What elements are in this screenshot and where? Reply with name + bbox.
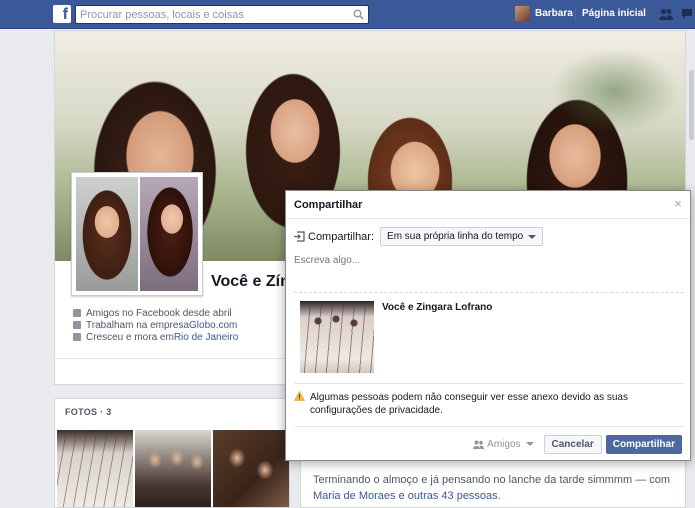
cover-foliage xyxy=(475,31,685,181)
top-bar: f Barbara Página inicial xyxy=(0,0,695,29)
friends-icon xyxy=(473,440,484,449)
post-conjunction: e xyxy=(396,490,408,502)
chevron-down-icon xyxy=(528,235,536,239)
share-dialog: Compartilhar × Compartilhar: Em sua próp… xyxy=(285,190,691,461)
share-button[interactable]: Compartilhar xyxy=(606,435,682,454)
audience-selector[interactable]: Amigos xyxy=(473,439,533,450)
divider xyxy=(294,426,684,427)
cancel-button[interactable]: Cancelar xyxy=(544,435,602,454)
search-icon[interactable] xyxy=(353,9,364,20)
intro-text: Trabalham na empresa xyxy=(86,320,189,331)
share-target-select[interactable]: Em sua própria linha do tempo xyxy=(380,227,543,246)
dialog-header: Compartilhar × xyxy=(286,191,690,219)
home-link[interactable]: Página inicial xyxy=(582,8,646,19)
intro-link[interactable]: Globo.com xyxy=(189,320,237,331)
messages-icon[interactable] xyxy=(681,8,695,20)
scrollbar-thumb[interactable] xyxy=(689,70,694,140)
profile-picture-right xyxy=(140,177,198,291)
privacy-warning: Algumas pessoas podem não conseguir ver … xyxy=(310,391,670,417)
user-name-link[interactable]: Barbara xyxy=(535,8,573,19)
intro-item: Amigos no Facebook desde abril xyxy=(73,307,238,319)
intro-list: Amigos no Facebook desde abril Trabalham… xyxy=(73,307,238,343)
share-label: Compartilhar: xyxy=(308,231,374,243)
briefcase-icon xyxy=(73,321,81,329)
intro-link[interactable]: Rio de Janeiro xyxy=(174,332,238,343)
profile-picture-left xyxy=(76,177,138,291)
post-body: Terminando o almoço e já pensando no lan… xyxy=(313,474,670,486)
search-input[interactable] xyxy=(76,6,346,23)
photo-thumbnail[interactable] xyxy=(213,430,289,507)
friend-requests-icon[interactable] xyxy=(659,8,673,20)
audience-label: Amigos xyxy=(487,439,520,450)
close-icon[interactable]: × xyxy=(672,198,684,210)
tag-icon xyxy=(73,309,81,317)
dialog-title: Compartilhar xyxy=(294,199,362,211)
share-target-row: Compartilhar: Em sua própria linha do te… xyxy=(294,227,543,246)
share-icon xyxy=(294,231,305,242)
profile-picture[interactable] xyxy=(71,172,203,296)
attachment-title[interactable]: Você e Zingara Lofrano xyxy=(382,302,492,313)
post-end: . xyxy=(498,490,501,502)
search-box[interactable] xyxy=(75,5,369,24)
photos-title[interactable]: FOTOS · 3 xyxy=(65,407,112,417)
photos-box: FOTOS · 3 xyxy=(54,398,290,508)
home-icon xyxy=(73,333,81,341)
divider xyxy=(575,8,576,20)
warning-icon xyxy=(294,391,305,401)
user-avatar[interactable] xyxy=(515,6,530,21)
tagged-others-link[interactable]: outras 43 pessoas xyxy=(408,490,498,502)
intro-text: Cresceu e mora em xyxy=(86,332,174,343)
share-target-value: Em sua própria linha do tempo xyxy=(387,231,523,242)
facebook-logo[interactable]: f xyxy=(53,5,71,23)
chevron-down-icon xyxy=(526,442,534,446)
post-box: Terminando o almoço e já pensando no lan… xyxy=(300,460,686,508)
divider xyxy=(294,292,684,293)
photo-thumbnail[interactable] xyxy=(57,430,133,507)
intro-item: Trabalham na empresa Globo.com xyxy=(73,319,238,331)
post-text: Terminando o almoço e já pensando no lan… xyxy=(313,472,683,504)
composer-input[interactable] xyxy=(294,255,684,291)
intro-text: Amigos no Facebook desde abril xyxy=(86,308,232,319)
tagged-friend-link[interactable]: Maria de Moraes xyxy=(313,490,396,502)
dialog-footer: Amigos Cancelar Compartilhar xyxy=(473,434,682,454)
intro-item: Cresceu e mora em Rio de Janeiro xyxy=(73,331,238,343)
photo-thumbnail[interactable] xyxy=(135,430,211,507)
divider xyxy=(294,383,684,384)
attachment-thumbnail[interactable] xyxy=(300,301,374,373)
